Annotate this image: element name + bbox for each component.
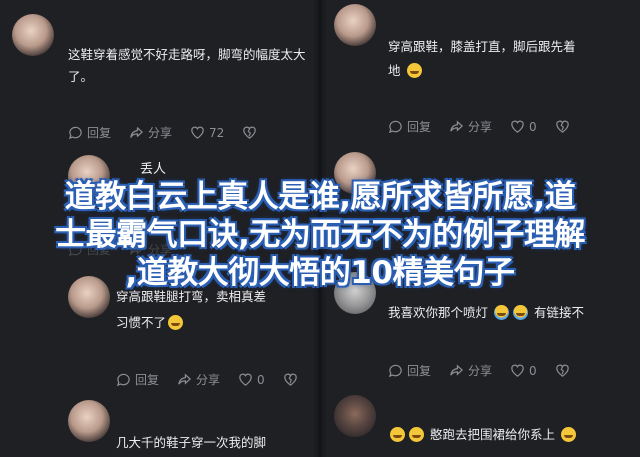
heart-icon <box>511 120 524 133</box>
like-count: 0 <box>529 363 537 378</box>
overlay-title-line: 道教白云上真人是谁,愿所求皆所愿,道 <box>64 179 576 215</box>
grin-emoji-icon <box>560 427 576 442</box>
comment-actions: 回复 分享 0 <box>388 118 592 135</box>
overlay-title-line: 士最霸气口诀,无为而无不为的例子理解 <box>55 217 585 253</box>
like-button[interactable]: 0 <box>238 372 265 387</box>
reply-button[interactable]: 回复 <box>388 362 431 379</box>
share-button[interactable]: 分享 <box>129 124 172 141</box>
grin-emoji-icon <box>168 315 184 330</box>
comment-text: 几大千的鞋子穿一次我的脚 <box>116 435 267 450</box>
share-icon <box>450 364 464 376</box>
comment-text: 穿高跟鞋，膝盖打直，脚后跟先着 <box>388 39 576 54</box>
avatar[interactable] <box>334 4 376 46</box>
laugh-cry-emoji-icon <box>494 305 509 320</box>
like-count: 72 <box>209 125 225 140</box>
broken-heart-icon <box>283 373 297 386</box>
comment-text: 这鞋穿着感觉不好走路呀，脚弯的幅度太大了。 <box>68 47 306 84</box>
thumbs-up-emoji-icon <box>409 427 424 442</box>
overlay-title-line: ,道教大彻大悟的10精美句子 <box>125 255 515 291</box>
comment-text: 憨跑去把围裙给你系上 <box>388 424 638 446</box>
reply-button[interactable]: 回复 <box>388 118 431 135</box>
share-icon <box>178 373 192 385</box>
broken-heart-icon <box>555 364 569 377</box>
broken-heart-icon <box>555 120 569 133</box>
grin-emoji-icon <box>406 63 422 78</box>
avatar[interactable] <box>68 400 110 442</box>
share-icon <box>130 127 143 138</box>
like-count: 0 <box>529 119 537 134</box>
dislike-button[interactable] <box>555 363 574 378</box>
heart-icon <box>511 364 524 377</box>
avatar[interactable] <box>12 14 54 56</box>
chat-bubble-icon <box>388 120 402 134</box>
thumbs-up-emoji-icon <box>390 427 405 442</box>
like-button[interactable]: 0 <box>510 363 537 378</box>
broken-heart-icon <box>243 126 257 139</box>
reply-button[interactable]: 回复 <box>116 371 159 388</box>
share-button[interactable]: 分享 <box>449 362 492 379</box>
laugh-cry-emoji-icon <box>513 305 528 320</box>
like-button[interactable]: 72 <box>190 125 224 140</box>
comment-author: 丢人 <box>140 162 167 177</box>
like-count: 0 <box>257 372 265 387</box>
avatar[interactable] <box>334 395 376 437</box>
chat-bubble-icon <box>68 126 82 140</box>
comment-text: 我喜欢你那个喷灯 有链接不 <box>388 305 584 320</box>
share-icon <box>450 120 464 132</box>
share-button[interactable]: 分享 <box>177 371 220 388</box>
heart-icon <box>191 126 204 139</box>
chat-bubble-icon <box>388 364 402 378</box>
dislike-button[interactable] <box>555 119 574 134</box>
dislike-button[interactable] <box>283 372 302 387</box>
comment-actions: 回复 分享 0 <box>388 362 592 379</box>
comment-actions: 回复 分享 72 <box>68 124 279 141</box>
chat-bubble-icon <box>116 373 130 387</box>
reply-button[interactable]: 回复 <box>68 124 111 141</box>
heart-icon <box>239 373 252 386</box>
share-button[interactable]: 分享 <box>449 118 492 135</box>
comment-text: 地 <box>388 60 638 82</box>
comment-text: 习惯不了 <box>116 312 314 334</box>
overlay-title: 道教白云上真人是谁,愿所求皆所愿,道 士最霸气口诀,无为而无不为的例子理解 ,道… <box>0 178 640 292</box>
dislike-button[interactable] <box>242 125 261 140</box>
like-button[interactable]: 0 <box>510 119 537 134</box>
comment-actions: 回复 分享 0 <box>116 371 314 388</box>
